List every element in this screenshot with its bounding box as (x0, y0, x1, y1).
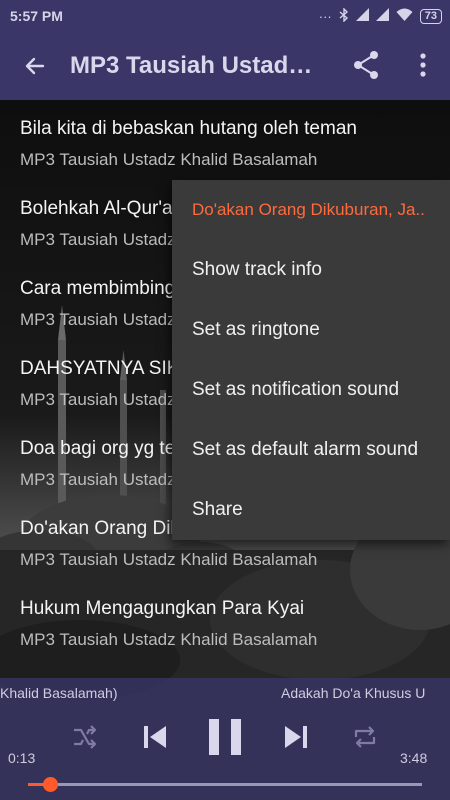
more-vert-icon (420, 53, 426, 77)
shuffle-icon (74, 725, 97, 749)
track-artist: MP3 Tausiah Ustadz Khalid Basalamah (20, 630, 318, 649)
skip-previous-icon (144, 726, 166, 748)
skip-next-icon (285, 726, 307, 748)
player-bar: Khalid Basalamah) Adakah Do'a Khusus U 0… (0, 678, 450, 800)
current-time: 0:13 (8, 750, 36, 766)
track-context-menu: Do'akan Orang Dikuburan, Ja.. Show track… (172, 180, 450, 540)
share-button[interactable] (352, 50, 380, 85)
play-pause-button[interactable] (206, 717, 244, 762)
page-title: MP3 Tausiah Ustadz Khalid Basalamah (70, 52, 315, 79)
back-button[interactable] (0, 54, 70, 78)
repeat-button[interactable] (352, 725, 378, 754)
previous-button[interactable] (141, 723, 169, 756)
status-time: 5:57 PM (10, 8, 63, 24)
track-title: Bolehkah Al-Qur'an (20, 198, 184, 219)
signal-icon (355, 8, 369, 24)
shuffle-button[interactable] (72, 725, 98, 754)
track-artist: MP3 Tausiah Ustadz Khalid Basalamah (20, 550, 318, 569)
menu-item-share[interactable]: Share (172, 480, 450, 540)
seek-thumb[interactable] (43, 777, 59, 792)
track-title: Cara membimbing (20, 278, 176, 299)
track-title: Hukum Mengagungkan Para Kyai (20, 598, 305, 619)
status-icons: ··· 73 (318, 6, 442, 25)
total-time: 3:48 (400, 750, 428, 766)
menu-item-show-track-info[interactable]: Show track info (172, 240, 450, 300)
now-playing-title: Adakah Do'a Khusus U (281, 685, 426, 701)
menu-header: Do'akan Orang Dikuburan, Ja.. (192, 200, 425, 219)
dots-icon: ··· (318, 8, 332, 24)
wifi-icon (396, 8, 413, 24)
menu-item-set-alarm-sound[interactable]: Set as default alarm sound (172, 420, 450, 480)
track-item[interactable]: Bila kita di bebaskan hutang oleh teman … (0, 100, 450, 180)
now-playing-artist: Khalid Basalamah) (0, 685, 118, 701)
track-artist: MP3 Tausiah Ustadz Khalid Basalamah (20, 150, 318, 169)
next-button[interactable] (282, 723, 310, 756)
app-toolbar: MP3 Tausiah Ustadz Khalid Basalamah (0, 32, 450, 100)
track-title: Bila kita di bebaskan hutang oleh teman (20, 118, 357, 139)
bluetooth-icon (339, 6, 349, 25)
battery-indicator: 73 (419, 8, 442, 24)
repeat-icon (354, 726, 376, 748)
pause-icon (209, 719, 241, 755)
arrow-left-icon (25, 57, 45, 75)
share-icon (354, 51, 378, 79)
more-options-button[interactable] (414, 52, 432, 83)
status-bar: 5:57 PM ··· 73 (0, 0, 450, 32)
seek-bar[interactable] (28, 777, 422, 792)
signal-icon (375, 8, 389, 24)
menu-item-set-notification-sound[interactable]: Set as notification sound (172, 360, 450, 420)
menu-item-set-ringtone[interactable]: Set as ringtone (172, 300, 450, 360)
track-item[interactable]: Hukum Mengagungkan Para Kyai MP3 Tausiah… (0, 580, 450, 660)
